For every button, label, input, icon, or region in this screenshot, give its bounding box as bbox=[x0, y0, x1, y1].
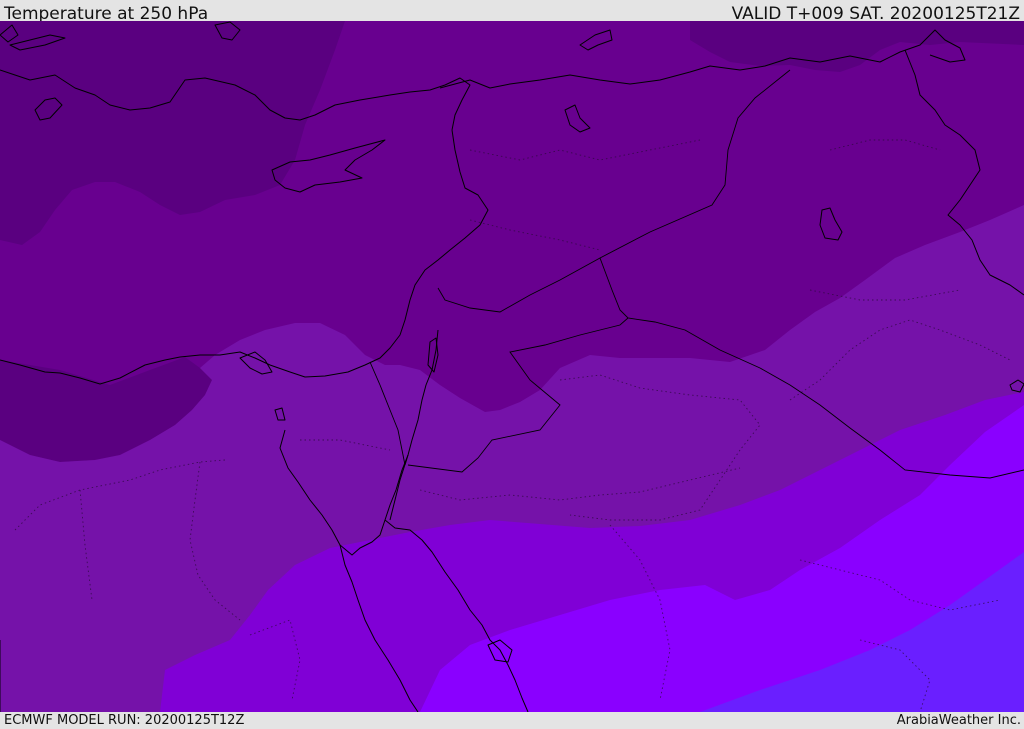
map-canvas bbox=[0, 21, 1024, 712]
footer-bar: ECMWF MODEL RUN: 20200125T12Z ArabiaWeat… bbox=[0, 712, 1024, 729]
weather-map-page: Temperature at 250 hPa VALID T+009 SAT. … bbox=[0, 0, 1024, 729]
model-run: ECMWF MODEL RUN: 20200125T12Z bbox=[4, 713, 245, 728]
credit-text: ArabiaWeather Inc. bbox=[896, 713, 1021, 728]
temperature-map[interactable] bbox=[0, 21, 1024, 712]
header-bar: Temperature at 250 hPa VALID T+009 SAT. … bbox=[0, 0, 1024, 24]
